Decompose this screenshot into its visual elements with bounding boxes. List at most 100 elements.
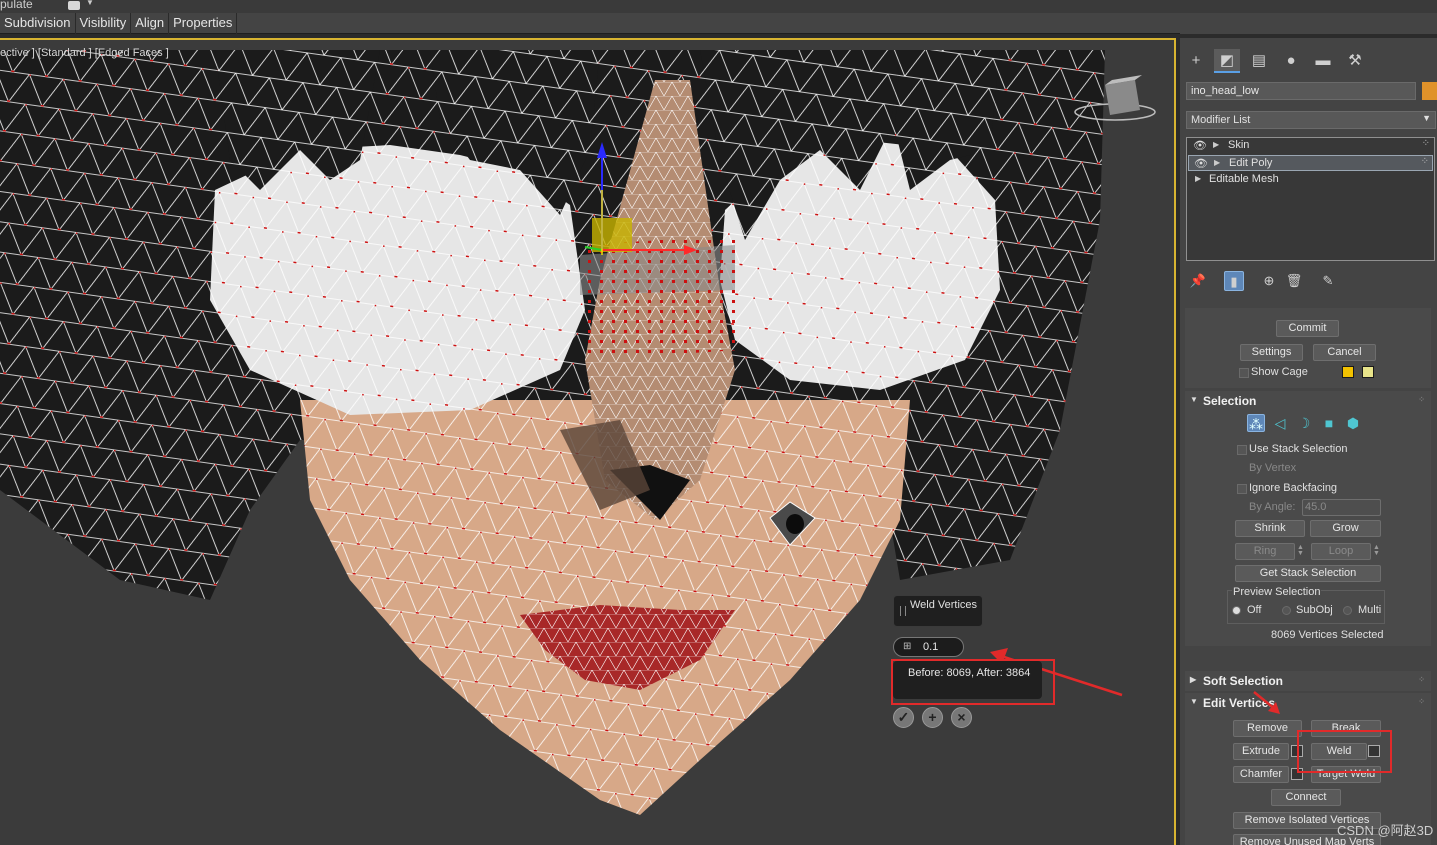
- stack-item-skin[interactable]: 👁 ▶ Skin ⁘: [1188, 138, 1433, 154]
- tab-visibility[interactable]: Visibility: [76, 13, 132, 34]
- annotation-box-result: [891, 659, 1055, 705]
- stack-item-label: Edit Poly: [1229, 157, 1273, 169]
- ring-button[interactable]: Ring: [1235, 543, 1295, 560]
- preview-multi-radio[interactable]: [1343, 606, 1352, 615]
- modifier-list-label: Modifier List: [1191, 114, 1251, 126]
- chamfer-button[interactable]: Chamfer: [1233, 766, 1289, 783]
- weld-threshold-value[interactable]: 0.1: [923, 641, 938, 653]
- cancel-button[interactable]: Cancel: [1313, 344, 1376, 361]
- modify-tab-icon[interactable]: ◩: [1214, 49, 1240, 73]
- hierarchy-tab-icon[interactable]: ▤: [1246, 49, 1272, 73]
- show-cage-label: Show Cage: [1251, 366, 1308, 378]
- create-tab-icon[interactable]: +: [1183, 49, 1209, 73]
- perspective-viewport[interactable]: ective ] [Standard ] [Edged Faces ]: [0, 38, 1176, 845]
- app-window: pulate ▼ Subdivision Visibility Align Pr…: [0, 0, 1437, 845]
- show-end-result-icon[interactable]: ▮: [1224, 271, 1244, 291]
- caddy-title: Weld Vertices: [910, 599, 978, 611]
- edge-mode-icon[interactable]: ◁: [1271, 414, 1289, 432]
- display-tab-icon[interactable]: ▬: [1310, 49, 1336, 73]
- expand-arrow-icon[interactable]: ▶: [1213, 140, 1219, 149]
- element-mode-icon[interactable]: ⬢: [1344, 414, 1362, 432]
- stack-item-edit-poly[interactable]: 👁 ▶ Edit Poly ⁘: [1188, 155, 1433, 171]
- preview-selection-label: Preview Selection: [1232, 586, 1322, 598]
- more-icon[interactable]: ⁘: [1421, 156, 1429, 167]
- drag-grip-icon[interactable]: ⁘: [1418, 697, 1425, 706]
- extrude-button[interactable]: Extrude: [1233, 743, 1289, 760]
- top-menu-strip: pulate ▼: [0, 0, 1437, 13]
- show-cage-checkbox[interactable]: [1239, 368, 1249, 378]
- configure-sets-icon[interactable]: ✎: [1318, 271, 1338, 291]
- loop-spinner-icon[interactable]: ▲ ▼: [1373, 544, 1381, 558]
- make-unique-icon[interactable]: ⊕: [1259, 271, 1279, 291]
- by-angle-label: By Angle:: [1249, 501, 1296, 513]
- object-name-field[interactable]: ino_head_low: [1186, 82, 1416, 100]
- ribbon-empty-area: [1180, 13, 1437, 34]
- motion-tab-icon[interactable]: ●: [1278, 49, 1304, 73]
- weld-vertices-caddy[interactable]: Weld Vertices: [893, 595, 983, 627]
- loop-button[interactable]: Loop: [1311, 543, 1371, 560]
- modifier-list-dropdown[interactable]: Modifier List ▼: [1186, 111, 1436, 129]
- by-angle-field[interactable]: 45.0: [1302, 499, 1381, 516]
- collapse-icon: ▼: [1190, 697, 1198, 706]
- annotation-arrow-edit-vertices: [1253, 691, 1280, 714]
- connect-button[interactable]: Connect: [1271, 789, 1341, 806]
- eye-icon[interactable]: 👁: [1194, 157, 1208, 170]
- expand-icon: ▶: [1190, 675, 1197, 684]
- weld-threshold-field[interactable]: ⊞ 0.1: [893, 637, 964, 657]
- settings-button[interactable]: Settings: [1240, 344, 1303, 361]
- polygon-mode-icon[interactable]: ■: [1320, 414, 1338, 432]
- command-panel: + ◩ ▤ ● ▬ ⚒ ino_head_low Modifier List ▼…: [1180, 38, 1437, 845]
- tab-align[interactable]: Align: [131, 13, 170, 34]
- workspace-icon[interactable]: [68, 1, 80, 10]
- commit-button[interactable]: Commit: [1276, 320, 1339, 337]
- stack-item-editable-mesh[interactable]: ▶ Editable Mesh: [1188, 172, 1433, 188]
- expand-arrow-icon[interactable]: ▶: [1195, 174, 1201, 183]
- tab-properties[interactable]: Properties: [169, 13, 238, 34]
- expand-arrow-icon[interactable]: ▶: [1214, 158, 1220, 167]
- weld-threshold-icon: ⊞: [903, 641, 912, 652]
- selection-rollout-header[interactable]: ▼ Selection ⁘: [1185, 391, 1431, 411]
- utilities-tab-icon[interactable]: ⚒: [1342, 49, 1368, 73]
- cancel-caddy-button[interactable]: ×: [951, 707, 972, 728]
- ok-button[interactable]: ✓: [893, 707, 914, 728]
- pin-stack-icon[interactable]: 📌: [1188, 271, 1208, 291]
- border-mode-icon[interactable]: ☽: [1295, 414, 1313, 432]
- drag-grip-icon[interactable]: ⁘: [1418, 675, 1425, 684]
- viewport-label[interactable]: ective ] [Standard ] [Edged Faces ]: [0, 47, 169, 59]
- preview-subobj-radio[interactable]: [1282, 606, 1291, 615]
- chevron-down-icon: ▼: [1422, 113, 1431, 123]
- tab-subdivision[interactable]: Subdivision: [0, 13, 76, 34]
- ring-spinner-icon[interactable]: ▲ ▼: [1297, 544, 1305, 558]
- mesh-render[interactable]: [0, 40, 1176, 845]
- vertex-mode-icon[interactable]: ⁂: [1247, 414, 1265, 432]
- get-stack-selection-button[interactable]: Get Stack Selection: [1235, 565, 1381, 582]
- menu-text[interactable]: pulate: [0, 0, 33, 11]
- object-color-swatch[interactable]: [1422, 82, 1437, 100]
- stack-item-label: Skin: [1228, 139, 1250, 151]
- apply-and-continue-button[interactable]: +: [922, 707, 943, 728]
- eye-icon[interactable]: 👁: [1193, 139, 1207, 152]
- rollout-title: Soft Selection: [1203, 674, 1284, 688]
- use-stack-selection-label: Use Stack Selection: [1249, 443, 1348, 455]
- remove-modifier-icon[interactable]: 🗑: [1284, 271, 1304, 291]
- more-icon[interactable]: ⁘: [1422, 138, 1430, 149]
- stack-toolbar: 📌 ▮ ⊕ 🗑 ✎: [1186, 268, 1436, 294]
- stack-item-label: Editable Mesh: [1209, 173, 1279, 185]
- preview-off-radio[interactable]: [1232, 606, 1241, 615]
- grow-button[interactable]: Grow: [1310, 520, 1381, 537]
- use-stack-selection-checkbox[interactable]: [1237, 445, 1247, 455]
- preview-subobj-label: SubObj: [1296, 604, 1333, 616]
- remove-button[interactable]: Remove: [1233, 720, 1302, 737]
- drag-grip-icon[interactable]: [900, 606, 906, 616]
- drag-grip-icon[interactable]: ⁘: [1418, 395, 1425, 404]
- shrink-button[interactable]: Shrink: [1235, 520, 1305, 537]
- edit-vertices-rollout-header[interactable]: ▼ Edit Vertices ⁘: [1185, 693, 1431, 713]
- chevron-down-icon[interactable]: ▼: [86, 0, 94, 7]
- ribbon-tabs: Subdivision Visibility Align Properties: [0, 13, 1180, 34]
- collapse-icon: ▼: [1190, 395, 1198, 404]
- soft-selection-rollout-header[interactable]: ▶ Soft Selection ⁘: [1185, 671, 1431, 691]
- ignore-backfacing-checkbox[interactable]: [1237, 484, 1247, 494]
- cage-selected-color-swatch[interactable]: [1362, 366, 1374, 378]
- cage-color-swatch[interactable]: [1342, 366, 1354, 378]
- by-vertex-label: By Vertex: [1249, 462, 1297, 474]
